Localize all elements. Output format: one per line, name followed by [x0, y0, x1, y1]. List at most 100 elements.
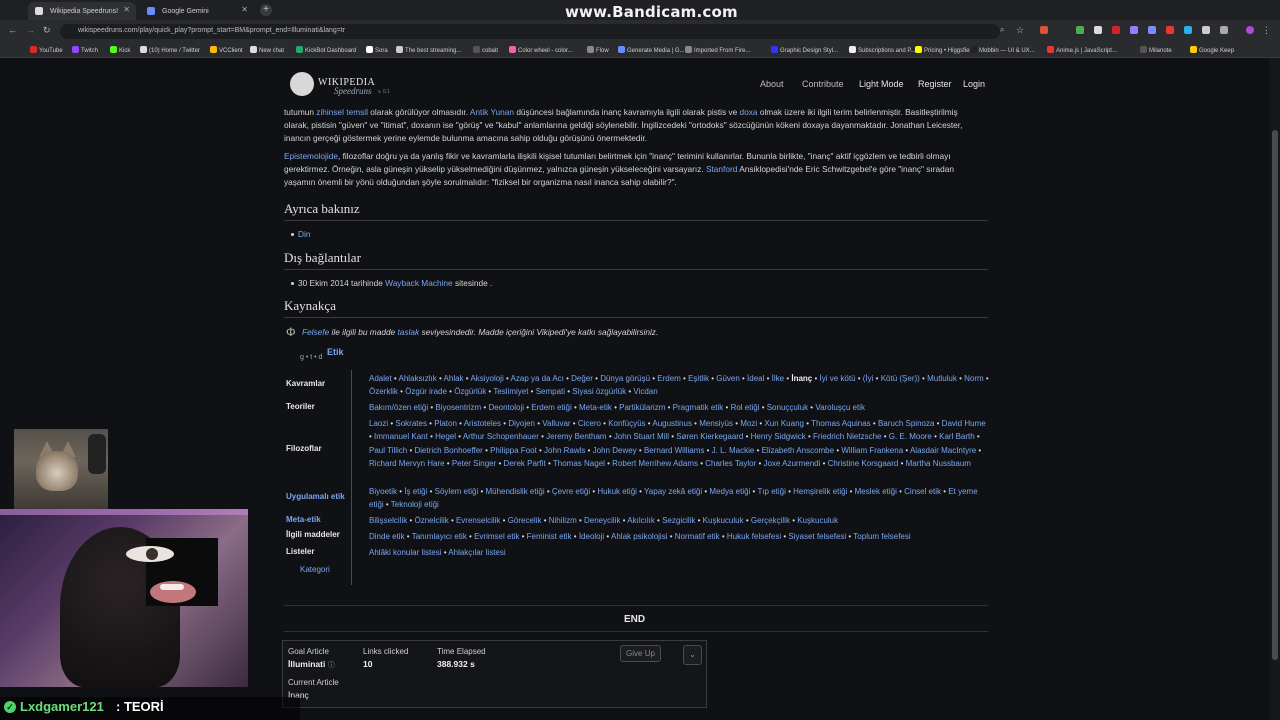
navbox-link[interactable]: Karl Barth [939, 432, 975, 441]
navbox-link[interactable]: J. L. Mackie [712, 446, 755, 455]
navbox-link[interactable]: Özgürlük [454, 387, 486, 396]
navbox-group-heading[interactable]: Uygulamalı etik [286, 492, 345, 501]
navbox-link[interactable]: Gerçekçilik [751, 516, 790, 525]
navbox-link[interactable]: Augustinus [652, 419, 692, 428]
navbox-link[interactable]: Dünya görüşü [600, 374, 650, 383]
reload-icon[interactable]: ↻ [43, 25, 51, 36]
navbox-link[interactable]: Deontoloji [488, 403, 524, 412]
bookmark-item[interactable]: Graphic Design Styl... [771, 46, 838, 54]
navbox-link[interactable]: İlke [772, 374, 784, 383]
navbox-link[interactable]: Meslek etiği [855, 487, 897, 496]
navbox-link[interactable]: Medya etiği [709, 487, 750, 496]
navbox-link[interactable]: Martha Nussbaum [906, 459, 971, 468]
category-link[interactable]: Kategori [300, 565, 330, 574]
extension-icon[interactable] [1184, 26, 1192, 34]
extension-icon[interactable] [1040, 26, 1048, 34]
navbox-link[interactable]: Teslimiyet [493, 387, 528, 396]
navbox-link[interactable]: Tanımlayıcı etik [412, 532, 467, 541]
navbox-link[interactable]: Charles Taylor [705, 459, 756, 468]
navbox-link[interactable]: Adalet [369, 374, 392, 383]
bookmark-item[interactable]: cobalt [473, 46, 498, 54]
navbox-link[interactable]: Dietrich Bonhoeffer [415, 446, 483, 455]
nav-register[interactable]: Register [918, 79, 952, 89]
navbox-link[interactable]: Görecelik [508, 516, 542, 525]
bookmark-item[interactable]: Subscriptions and P... [849, 46, 916, 54]
menu-icon[interactable]: ⋮ [1262, 25, 1271, 36]
bookmark-item[interactable]: Imported From Fire... [685, 46, 750, 54]
navbox-link[interactable]: Peter Singer [452, 459, 496, 468]
bookmark-item[interactable]: KickBot Dashboard [296, 46, 356, 54]
article-link[interactable]: doxa [740, 107, 758, 117]
navbox-link[interactable]: Siyaset felsefesi [788, 532, 846, 541]
navbox-link[interactable]: Richard Mervyn Hare [369, 459, 445, 468]
navbox-link[interactable]: Deneycilik [584, 516, 620, 525]
navbox-link[interactable]: Sonuççuluk [767, 403, 808, 412]
navbox-link[interactable]: Siyasi özgürlük [572, 387, 626, 396]
navbox-link[interactable]: Christine Korsgaard [828, 459, 899, 468]
profile-avatar[interactable] [1246, 26, 1254, 34]
navbox-link[interactable]: İnanç [791, 374, 812, 383]
navbox-link[interactable]: Jeremy Bentham [546, 432, 606, 441]
navbox-link[interactable]: Partikülarizm [619, 403, 665, 412]
navbox-link[interactable]: İş etiği [404, 487, 427, 496]
navbox-title[interactable]: Etik [327, 347, 344, 357]
navbox-link[interactable]: Hukuk felsefesi [727, 532, 781, 541]
navbox-link[interactable]: Özgür irade [405, 387, 447, 396]
navbox-link[interactable]: Henry Sidgwick [751, 432, 806, 441]
navbox-link[interactable]: Erdem etiği [531, 403, 571, 412]
extension-icon[interactable] [1166, 26, 1174, 34]
back-icon[interactable]: ← [8, 25, 17, 35]
navbox-link[interactable]: Sezgicilik [662, 516, 695, 525]
navbox-link[interactable]: Platon [434, 419, 457, 428]
navbox-link[interactable]: Vicdan [633, 387, 657, 396]
chevron-down-icon[interactable]: ⌄ [683, 645, 702, 665]
bookmark-item[interactable]: Google Keep [1190, 46, 1234, 54]
navbox-link[interactable]: Değer [571, 374, 593, 383]
navbox-link[interactable]: Philippa Foot [490, 446, 537, 455]
navbox-link[interactable]: Erdem [657, 374, 681, 383]
bookmark-item[interactable]: Mobbin — UI & UX... [970, 46, 1035, 54]
bookmark-item[interactable]: Flow [587, 46, 609, 54]
nav-login[interactable]: Login [963, 79, 985, 89]
site-logo[interactable]: WIKIPEDIA Speedruns v. 0.1 [290, 72, 390, 98]
stub-link-felsefe[interactable]: Felsefe [302, 327, 329, 337]
bookmark-item[interactable]: Pricing • Higgsfield [915, 46, 974, 54]
navbox-link[interactable]: Evrimsel etik [474, 532, 519, 541]
extension-icon[interactable] [1202, 26, 1210, 34]
navbox-link[interactable]: Norm [964, 374, 984, 383]
navbox-link[interactable]: Nihilizm [549, 516, 577, 525]
navbox-link[interactable]: Pragmatik etik [673, 403, 724, 412]
navbox-link[interactable]: Ahlaksızlık [399, 374, 437, 383]
navbox-link[interactable]: Ahlâki konular listesi [369, 548, 441, 557]
navbox-link[interactable]: Arthur Schopenhauer [463, 432, 539, 441]
navbox-link[interactable]: Cicero [578, 419, 601, 428]
navbox-link[interactable]: Rol etiği [731, 403, 760, 412]
extension-icon[interactable] [1148, 26, 1156, 34]
navbox-link[interactable]: Cinsel etik [904, 487, 941, 496]
give-up-button[interactable]: Give Up [620, 645, 661, 662]
url-field[interactable]: wikispeedruns.com/play/quick_play?prompt… [60, 24, 1000, 39]
nav-light-mode[interactable]: Light Mode [859, 79, 904, 89]
navbox-link[interactable]: Varoluşçu etik [815, 403, 865, 412]
extensions-puzzle-icon[interactable] [1220, 26, 1228, 34]
navbox-link[interactable]: Hegel [435, 432, 456, 441]
article-link[interactable]: zihinsel temsil [316, 107, 368, 117]
article-link[interactable]: Stanford [706, 164, 737, 174]
close-tab-icon[interactable]: ✕ [241, 5, 248, 14]
navbox-link[interactable]: Aristoteles [464, 419, 501, 428]
navbox-link[interactable]: Aksiyoloji [470, 374, 503, 383]
navbox-link[interactable]: Mozi [740, 419, 757, 428]
navbox-link[interactable]: Immanuel Kant [374, 432, 428, 441]
navbox-link[interactable]: Öznelcilik [414, 516, 448, 525]
navbox-link[interactable]: İdeoloji [579, 532, 604, 541]
navbox-link[interactable]: Thomas Aquinas [811, 419, 871, 428]
wayback-machine-link[interactable]: Wayback Machine [385, 278, 452, 288]
navbox-link[interactable]: Akılcılık [627, 516, 655, 525]
navbox-link[interactable]: Dinde etik [369, 532, 405, 541]
navbox-link[interactable]: Hukuk etiği [597, 487, 637, 496]
see-also-link-din[interactable]: Din [290, 229, 310, 239]
navbox-link[interactable]: Diyojen [508, 419, 535, 428]
navbox-link[interactable]: Elizabeth Anscombe [762, 446, 835, 455]
navbox-link[interactable]: Kuşkuculuk [797, 516, 838, 525]
navbox-link[interactable]: Ahlak [444, 374, 464, 383]
